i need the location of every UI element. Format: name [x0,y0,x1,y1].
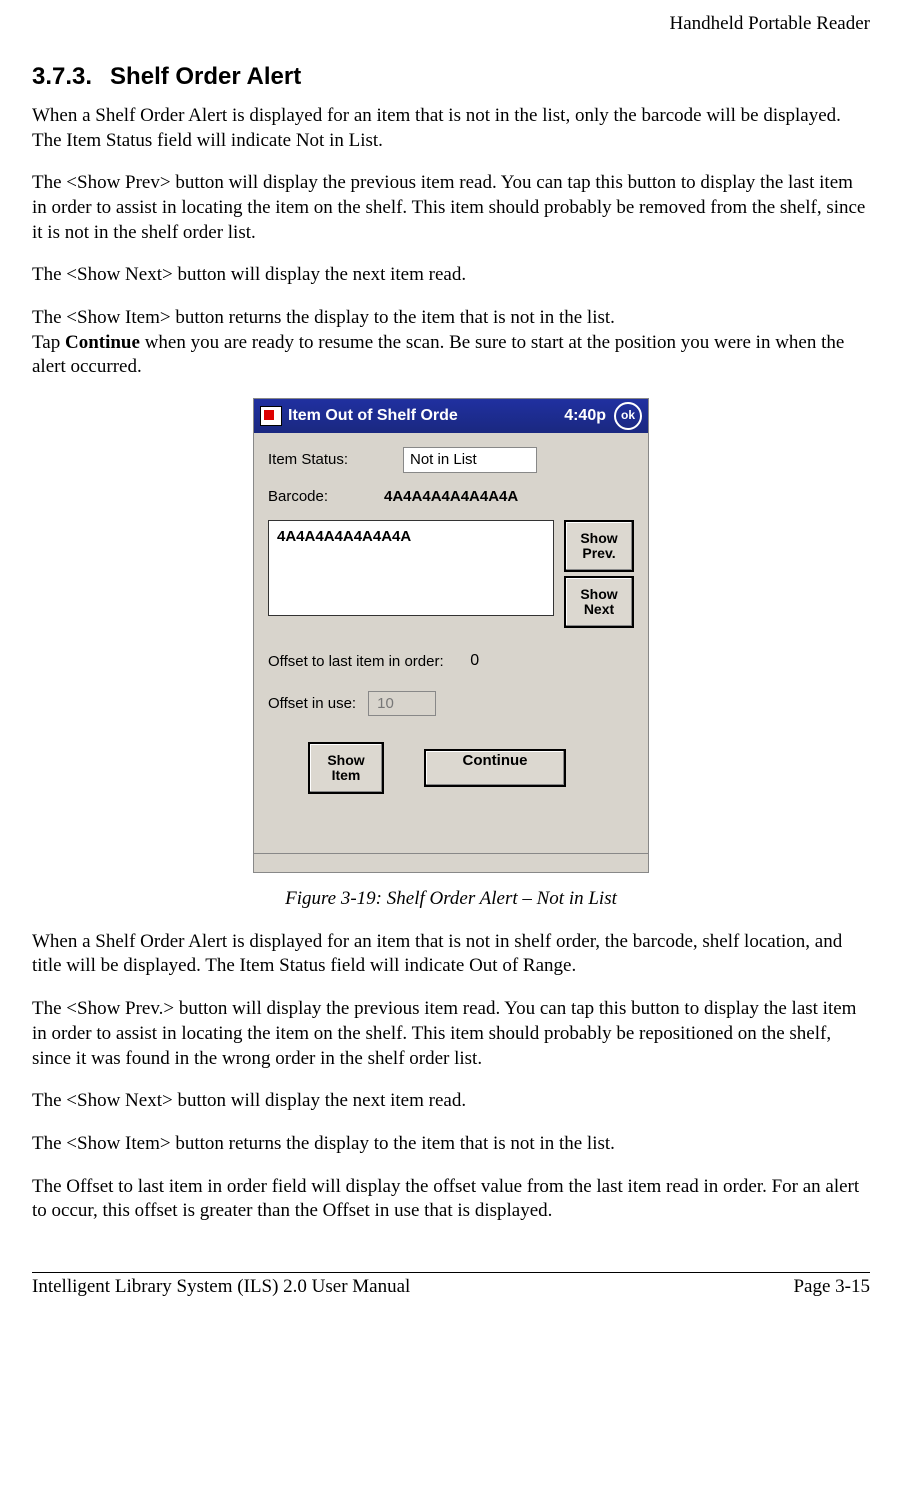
item-status-value: Not in List [403,447,537,473]
continue-bold: Continue [65,332,140,353]
paragraph: The <Show Prev> button will display the … [32,171,870,245]
paragraph: Tap Continue when you are ready to resum… [32,331,870,380]
paragraph: The <Show Item> button returns the displ… [32,1132,870,1157]
section-number: 3.7.3. [32,61,92,92]
text: when you are ready to resume the scan. B… [32,332,844,378]
page-footer: Intelligent Library System (ILS) 2.0 Use… [32,1275,870,1300]
window-titlebar: Item Out of Shelf Orde 4:40p ok [254,399,648,433]
paragraph: The <Show Item> button returns the displ… [32,306,870,331]
text: Tap [32,332,65,353]
item-detail-box: 4A4A4A4A4A4A4A [268,520,554,616]
figure-container: Item Out of Shelf Orde 4:40p ok Item Sta… [32,398,870,873]
paragraph: The <Show Prev.> button will display the… [32,997,870,1071]
window-title: Item Out of Shelf Orde [288,406,556,427]
device-footerbar [254,853,648,872]
offset-inuse-value: 10 [368,691,436,717]
footer-rule [32,1272,870,1273]
paragraph: The <Show Next> button will display the … [32,263,870,288]
paragraph: The Offset to last item in order field w… [32,1175,870,1224]
show-next-button[interactable]: Show Next [564,576,634,628]
paragraph: When a Shelf Order Alert is displayed fo… [32,930,870,979]
paragraph: When a Shelf Order Alert is displayed fo… [32,104,870,153]
barcode-value: 4A4A4A4A4A4A4A [378,485,570,509]
continue-button[interactable]: Continue [424,749,566,787]
footer-right: Page 3-15 [793,1275,870,1300]
footer-left: Intelligent Library System (ILS) 2.0 Use… [32,1275,410,1300]
show-prev-button[interactable]: Show Prev. [564,520,634,572]
offset-last-value: 0 [458,650,492,673]
show-item-button[interactable]: Show Item [308,742,384,794]
screen-area: Item Status: Not in List Barcode: 4A4A4A… [254,433,648,853]
clock: 4:40p [564,406,606,427]
barcode-label: Barcode: [268,487,378,507]
paragraph: The <Show Next> button will display the … [32,1089,870,1114]
ok-button[interactable]: ok [614,402,642,430]
figure-caption: Figure 3-19: Shelf Order Alert – Not in … [32,887,870,912]
section-title: Shelf Order Alert [110,63,301,90]
handheld-device: Item Out of Shelf Orde 4:40p ok Item Sta… [253,398,649,873]
item-status-label: Item Status: [268,450,403,470]
app-icon [260,406,282,426]
running-header: Handheld Portable Reader [32,12,870,37]
section-heading: 3.7.3. Shelf Order Alert [32,61,870,92]
offset-inuse-label: Offset in use: [268,694,356,714]
offset-last-label: Offset to last item in order: [268,652,444,672]
